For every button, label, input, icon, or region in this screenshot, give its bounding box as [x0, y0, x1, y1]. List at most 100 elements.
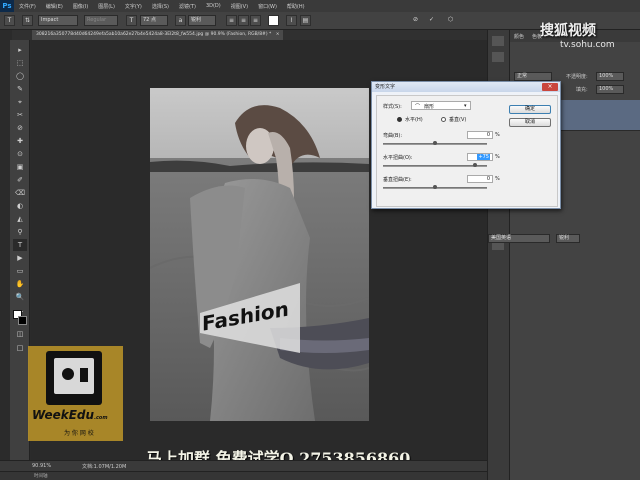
quick-select-tool-icon[interactable]: ✎ [13, 83, 27, 95]
brush-tool-icon[interactable]: ✚ [13, 135, 27, 147]
font-style-select[interactable]: Regular [84, 15, 118, 26]
vdistort-percent: % [495, 176, 500, 182]
language-select[interactable]: 美国英语 [488, 234, 550, 243]
menu-help[interactable]: 帮助(H) [282, 3, 310, 10]
zoom-level[interactable]: 90.91% [32, 463, 51, 469]
warp-text-dialog: 变形文字 × 样式(S): ⌒ 扇形 ▾ 水平(H) 垂直(V) 弯曲(B): … [371, 81, 561, 209]
text-color-swatch[interactable] [268, 15, 279, 26]
marquee-tool-icon[interactable]: ⬚ [13, 57, 27, 69]
menu-select[interactable]: 选择(S) [147, 3, 174, 10]
cancel-button[interactable]: 取消 [509, 118, 551, 127]
fill-label: 填充: [576, 87, 588, 93]
tools-panel: ▸ ⬚ ◯ ✎ ⌖ ✂ ⊘ ✚ ⊙ ▣ ✐ ⌫ ◐ ◭ ⚲ T ▶ ▭ ✋ 🔍 … [10, 40, 30, 460]
dodge-tool-icon[interactable]: ◭ [13, 213, 27, 225]
pen-tool-icon[interactable]: ⚲ [13, 226, 27, 238]
background-color-swatch[interactable] [18, 316, 27, 325]
sohu-url: tv.sohu.com [560, 40, 615, 50]
chevron-down-icon: ▾ [464, 103, 467, 109]
font-size-icon: T [126, 15, 137, 26]
tool-preset-icon[interactable]: T [4, 15, 15, 26]
hand-tool-icon[interactable]: ✋ [13, 278, 27, 290]
bend-input[interactable]: 0 [467, 131, 493, 139]
menu-image[interactable]: 图像(I) [68, 3, 93, 10]
menu-view[interactable]: 视图(V) [226, 3, 253, 10]
font-family-select[interactable]: Impact [38, 15, 78, 26]
close-icon[interactable]: × [276, 32, 280, 37]
lasso-tool-icon[interactable]: ◯ [13, 70, 27, 82]
dialog-title: 变形文字 [372, 82, 560, 92]
document-tab[interactable]: 308216a350778d40d64249efa5ab10a62e27b4e5… [32, 30, 284, 40]
horizontal-radio[interactable] [397, 117, 402, 122]
hdistort-value: +75 [477, 154, 490, 160]
menu-layer[interactable]: 图层(L) [93, 3, 120, 10]
align-center-icon[interactable]: ≡ [238, 15, 249, 26]
font-size-select[interactable]: 72 点 [140, 15, 168, 26]
canvas-photo[interactable]: Fashion [150, 88, 369, 421]
align-left-icon[interactable]: ≡ [226, 15, 237, 26]
vdistort-input[interactable]: 0 [467, 175, 493, 183]
properties-panel-icon[interactable] [492, 52, 504, 62]
eyedropper-tool-icon[interactable]: ✂ [13, 109, 27, 121]
menu-type[interactable]: 文字(Y) [120, 3, 147, 10]
style-select[interactable]: ⌒ 扇形 ▾ [411, 101, 471, 110]
blur-tool-icon[interactable]: ◐ [13, 200, 27, 212]
hdistort-input[interactable]: +75 [467, 153, 493, 161]
zoom-tool-icon[interactable]: 🔍 [13, 291, 27, 303]
menu-3d[interactable]: 3D(D) [201, 3, 226, 9]
weekedu-logo: WeekEdu.com 为 你 网 校 [28, 346, 123, 441]
healing-tool-icon[interactable]: ⊘ [13, 122, 27, 134]
warp-text-icon[interactable]: ⌇ [286, 15, 297, 26]
fashion-photo-image: Fashion [150, 88, 369, 421]
logo-tagline: 为 你 网 校 [64, 430, 94, 437]
clone-stamp-tool-icon[interactable]: ⊙ [13, 148, 27, 160]
align-right-icon[interactable]: ≡ [250, 15, 261, 26]
screen-mode-icon[interactable]: □ [13, 342, 27, 354]
antialias-icon: a [175, 15, 186, 26]
doc-size: 文档:1.07M/1.20M [82, 464, 127, 470]
quick-mask-icon[interactable]: ◫ [13, 328, 27, 340]
menu-window[interactable]: 窗口(W) [253, 3, 282, 10]
sohu-watermark: 搜狐视频 [540, 23, 596, 39]
blend-mode-select[interactable]: 正常 [514, 72, 552, 81]
history-panel-icon[interactable] [492, 36, 504, 46]
hdistort-slider-track[interactable] [383, 165, 487, 167]
menu-edit[interactable]: 编辑(E) [41, 3, 68, 10]
orientation-toggle-icon[interactable]: ⇅ [22, 15, 33, 26]
eraser-tool-icon[interactable]: ✐ [13, 174, 27, 186]
history-brush-tool-icon[interactable]: ▣ [13, 161, 27, 173]
ok-button[interactable]: 确定 [509, 105, 551, 114]
menu-bar: Ps 文件(F) 编辑(E) 图像(I) 图层(L) 文字(Y) 选择(S) 滤… [0, 0, 640, 12]
vdistort-slider-thumb[interactable] [433, 185, 437, 189]
antialias-panel-select[interactable]: 锐利 [556, 234, 580, 243]
gradient-tool-icon[interactable]: ⌫ [13, 187, 27, 199]
photoshop-logo: Ps [0, 0, 14, 12]
bend-slider-thumb[interactable] [433, 141, 437, 145]
hdistort-label: 水平扭曲(O): [383, 155, 413, 161]
menu-file[interactable]: 文件(F) [14, 3, 41, 10]
logo-suffix: .com [94, 415, 108, 421]
opacity-label: 不透明度: [566, 74, 588, 80]
tab-color[interactable]: 颜色 [514, 33, 524, 40]
opacity-input[interactable]: 100% [596, 72, 624, 81]
shape-tool-icon[interactable]: ▭ [13, 265, 27, 277]
cancel-icon[interactable]: ⊘ [410, 15, 421, 26]
hdistort-slider-thumb[interactable] [473, 163, 477, 167]
close-icon[interactable]: × [542, 83, 558, 91]
style-value: 扇形 [424, 104, 435, 110]
arc-icon: ⌒ [415, 104, 421, 110]
character-panel-icon[interactable]: ▤ [300, 15, 311, 26]
timeline-label[interactable]: 时间轴 [34, 473, 48, 479]
path-select-tool-icon[interactable]: ▶ [13, 252, 27, 264]
vdistort-label: 垂直扭曲(E): [383, 177, 412, 183]
bend-percent: % [495, 132, 500, 138]
menu-filter[interactable]: 滤镜(T) [174, 3, 201, 10]
antialias-select[interactable]: 锐利 [188, 15, 216, 26]
hdistort-percent: % [495, 154, 500, 160]
type-tool-icon[interactable]: T [13, 239, 27, 251]
vertical-radio[interactable] [441, 117, 446, 122]
3d-icon[interactable]: ⬡ [445, 15, 456, 26]
move-tool-icon[interactable]: ▸ [13, 44, 27, 56]
commit-icon[interactable]: ✓ [426, 15, 437, 26]
crop-tool-icon[interactable]: ⌖ [13, 96, 27, 108]
fill-input[interactable]: 100% [596, 85, 624, 94]
